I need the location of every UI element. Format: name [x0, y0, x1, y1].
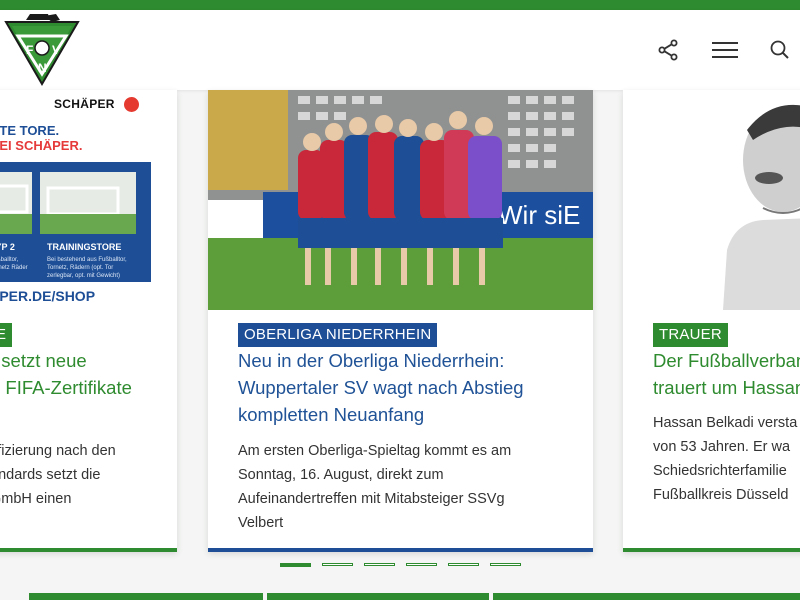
fvn-logo[interactable]: F V N — [4, 14, 80, 86]
top-accent-bar — [0, 0, 800, 10]
section-tab-1[interactable] — [29, 593, 263, 600]
slider-pagination — [280, 563, 521, 567]
card-accent-bar — [208, 548, 593, 552]
ad-brand: SCHÄPER — [54, 97, 115, 111]
news-teaser: Am ersten Oberliga-Spieltag kommt es am … — [238, 443, 512, 531]
pagination-dot-5[interactable] — [448, 563, 479, 566]
section-tab-2[interactable] — [267, 593, 489, 600]
portrait-photo — [623, 90, 800, 310]
share-icon[interactable] — [654, 36, 682, 64]
news-headline[interactable]: Der Fußballverban trauert um Hassan — [653, 347, 800, 401]
news-headline[interactable]: Neu in der Oberliga Niederrhein: Wuppert… — [238, 347, 524, 428]
news-teaser: Hassan Belkadi versta von 53 Jahren. Er … — [653, 415, 798, 503]
team-huddle-photo: Wir siE — [208, 90, 593, 310]
pagination-dot-3[interactable] — [364, 563, 395, 566]
card-accent-bar — [0, 548, 177, 552]
hamburger-menu-icon[interactable] — [710, 36, 740, 64]
news-card-wuppertaler-sv[interactable]: Wir siE OBERLIGA NIEDERRHEIN Neu in der … — [208, 90, 593, 552]
category-badge: OBERLIGA NIEDERRHEIN — [238, 323, 438, 347]
svg-text:V: V — [52, 43, 60, 57]
search-icon[interactable] — [766, 36, 794, 64]
ad-slogan-2: BEI SCHÄPER. — [0, 138, 83, 153]
ad-product-2-text: Bei bestehend aus Fußballtor, Tornetz, R… — [47, 257, 127, 279]
goal-image-2 — [40, 172, 136, 234]
ad-product-2-title: TRAININGSTORE — [47, 242, 122, 252]
news-card-trauer[interactable]: TRAUER Der Fußballverban trauert um Hass… — [623, 90, 800, 552]
pagination-dot-4[interactable] — [406, 563, 437, 566]
site-header: F V N — [0, 10, 800, 90]
bottom-section-bars — [0, 593, 800, 600]
card-accent-bar — [623, 548, 800, 552]
category-badge: TRAUER — [653, 323, 728, 347]
svg-text:Wir siE: Wir siE — [498, 200, 580, 230]
pagination-dot-2[interactable] — [322, 563, 353, 566]
pagination-dot-6[interactable] — [490, 563, 521, 566]
news-teaser: tifizierung nach den andards setzt die G… — [0, 443, 116, 507]
section-tab-3[interactable] — [493, 593, 800, 600]
pagination-dot-1[interactable] — [280, 563, 311, 567]
news-card-fifa[interactable]: SCHÄPER RTE TORE. BEI SCHÄPER. TYP 2 TRA… — [0, 90, 177, 552]
ad-product-panel: TYP 2 TRAININGSTORE Fußballtor, Tornetz … — [0, 162, 151, 282]
ad-url[interactable]: EPER.DE/SHOP — [0, 288, 95, 304]
ad-slogan-1: RTE TORE. — [0, 123, 60, 138]
svg-text:F: F — [26, 43, 33, 57]
category-badge: E — [0, 323, 13, 347]
news-headline[interactable]: r setzt neue e FIFA-Zertifikate — [0, 347, 132, 401]
svg-text:N: N — [38, 61, 47, 75]
schaeper-logo-icon — [124, 97, 139, 112]
schaeper-ad[interactable]: SCHÄPER RTE TORE. BEI SCHÄPER. TYP 2 TRA… — [0, 90, 177, 310]
ad-product-1-text: Fußballtor, Tornetz Räder — [0, 257, 28, 271]
goal-image-1 — [0, 172, 32, 234]
news-slider: SCHÄPER RTE TORE. BEI SCHÄPER. TYP 2 TRA… — [0, 90, 800, 560]
ad-product-1-title: TYP 2 — [0, 242, 15, 252]
